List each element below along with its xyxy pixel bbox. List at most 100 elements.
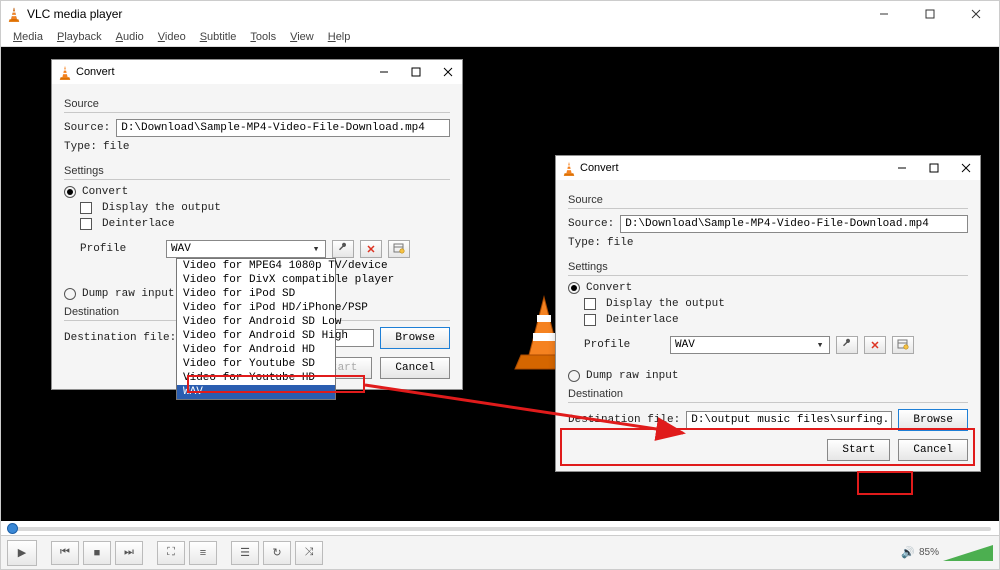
dest-label: Destination file: [568, 414, 680, 426]
chevron-down-icon: ▾ [813, 338, 827, 352]
dump-raw-label: Dump raw input [586, 370, 678, 382]
profile-delete-button[interactable]: ✕ [360, 240, 382, 258]
play-button[interactable]: ▶ [7, 540, 37, 566]
loop-button[interactable]: ↻ [263, 541, 291, 565]
window-title: VLC media player [27, 7, 122, 21]
profile-option[interactable]: Video for DivX compatible player [177, 273, 335, 287]
dialog1-close-button[interactable] [434, 62, 462, 82]
volume-control[interactable]: 🔊 85% [901, 543, 993, 563]
profile-settings-button[interactable] [836, 336, 858, 354]
wrench-icon [337, 242, 349, 257]
profile-option[interactable]: Video for Youtube SD [177, 357, 335, 371]
menu-help[interactable]: Help [328, 31, 351, 43]
cancel-button[interactable]: Cancel [898, 439, 968, 461]
group-source: Source [568, 194, 968, 209]
playlist-icon: ☰ [240, 546, 250, 559]
profile-option-selected[interactable]: WAV [177, 385, 335, 399]
profile-label: Profile [584, 339, 664, 351]
profile-option[interactable]: Video for Youtube HD [177, 371, 335, 385]
window-maximize-button[interactable] [907, 1, 953, 27]
skip-back-icon: ⏮ [60, 546, 70, 559]
menu-video[interactable]: Video [158, 31, 186, 43]
play-icon: ▶ [18, 546, 26, 559]
profile-option[interactable]: Video for iPod SD [177, 287, 335, 301]
deinterlace-checkbox[interactable] [80, 218, 92, 230]
display-output-label: Display the output [102, 202, 221, 214]
profile-option[interactable]: Video for iPod HD/iPhone/PSP [177, 301, 335, 315]
profile-option[interactable]: Video for Android SD Low [177, 315, 335, 329]
fullscreen-button[interactable]: ⛶ [157, 541, 185, 565]
stop-icon: ■ [94, 547, 101, 559]
browse-button[interactable]: Browse [898, 409, 968, 431]
next-button[interactable]: ⏭ [115, 541, 143, 565]
playlist-button[interactable]: ☰ [231, 541, 259, 565]
menu-view[interactable]: View [290, 31, 314, 43]
cancel-button[interactable]: Cancel [380, 357, 450, 379]
type-label: Type: [568, 237, 601, 249]
display-output-label: Display the output [606, 298, 725, 310]
convert-dialog-1: Convert Source Source: Type: file Settin… [51, 59, 463, 390]
vlc-icon [58, 65, 72, 79]
loop-icon: ↻ [272, 546, 281, 559]
speaker-icon: 🔊 [901, 546, 915, 559]
display-output-checkbox[interactable] [584, 298, 596, 310]
previous-button[interactable]: ⏮ [51, 541, 79, 565]
seek-bar[interactable] [1, 521, 999, 535]
group-settings: Settings [64, 165, 450, 180]
display-output-checkbox[interactable] [80, 202, 92, 214]
dialog2-close-button[interactable] [952, 158, 980, 178]
menu-audio[interactable]: Audio [116, 31, 144, 43]
source-label: Source: [568, 218, 614, 230]
stop-button[interactable]: ■ [83, 541, 111, 565]
group-destination: Destination [568, 388, 968, 403]
profile-option[interactable]: Video for Android SD High [177, 329, 335, 343]
profile-label: Profile [80, 243, 160, 255]
extended-settings-button[interactable]: ≡ [189, 541, 217, 565]
dialog2-maximize-button[interactable] [920, 158, 948, 178]
profile-delete-button[interactable]: ✕ [864, 336, 886, 354]
shuffle-icon: ⤨ [305, 546, 314, 559]
source-input[interactable] [116, 119, 450, 137]
dialog1-titlebar[interactable]: Convert [52, 60, 462, 84]
menu-subtitle[interactable]: Subtitle [200, 31, 237, 43]
profile-new-button[interactable] [388, 240, 410, 258]
main-window: VLC media player Media Playback Audio Vi… [0, 0, 1000, 570]
group-settings: Settings [568, 261, 968, 276]
equalizer-icon: ≡ [200, 547, 206, 559]
deinterlace-checkbox[interactable] [584, 314, 596, 326]
convert-dialog-2: Convert Source Source: Type: file Settin… [555, 155, 981, 472]
video-stage: Convert Source Source: Type: file Settin… [1, 47, 999, 521]
profile-option[interactable]: Video for Android HD [177, 343, 335, 357]
browse-button[interactable]: Browse [380, 327, 450, 349]
profile-option[interactable]: Video for MPEG4 1080p TV/device [177, 259, 335, 273]
type-value: file [607, 237, 633, 249]
dump-raw-radio[interactable] [568, 370, 580, 382]
new-profile-icon [393, 242, 405, 257]
menu-playback[interactable]: Playback [57, 31, 102, 43]
profile-dropdown-list[interactable]: Video for MPEG4 1080p TV/device Video fo… [176, 258, 336, 400]
dialog2-titlebar[interactable]: Convert [556, 156, 980, 180]
profile-settings-button[interactable] [332, 240, 354, 258]
profile-select[interactable]: WAV ▾ [166, 240, 326, 258]
window-minimize-button[interactable] [861, 1, 907, 27]
type-value: file [103, 141, 129, 153]
start-button[interactable]: Start [827, 439, 890, 461]
menu-tools[interactable]: Tools [250, 31, 276, 43]
dump-raw-radio[interactable] [64, 288, 76, 300]
dest-input[interactable] [686, 411, 892, 429]
profile-select[interactable]: WAV ▾ [670, 336, 830, 354]
volume-slider[interactable] [943, 543, 993, 563]
dialog2-minimize-button[interactable] [888, 158, 916, 178]
dump-raw-label: Dump raw input [82, 288, 174, 300]
window-close-button[interactable] [953, 1, 999, 27]
menu-media[interactable]: Media [13, 31, 43, 43]
convert-radio[interactable] [568, 282, 580, 294]
dialog1-minimize-button[interactable] [370, 62, 398, 82]
vlc-icon [562, 161, 576, 175]
profile-new-button[interactable] [892, 336, 914, 354]
shuffle-button[interactable]: ⤨ [295, 541, 323, 565]
seek-knob[interactable] [7, 523, 18, 534]
dialog1-maximize-button[interactable] [402, 62, 430, 82]
convert-radio[interactable] [64, 186, 76, 198]
source-input[interactable] [620, 215, 968, 233]
